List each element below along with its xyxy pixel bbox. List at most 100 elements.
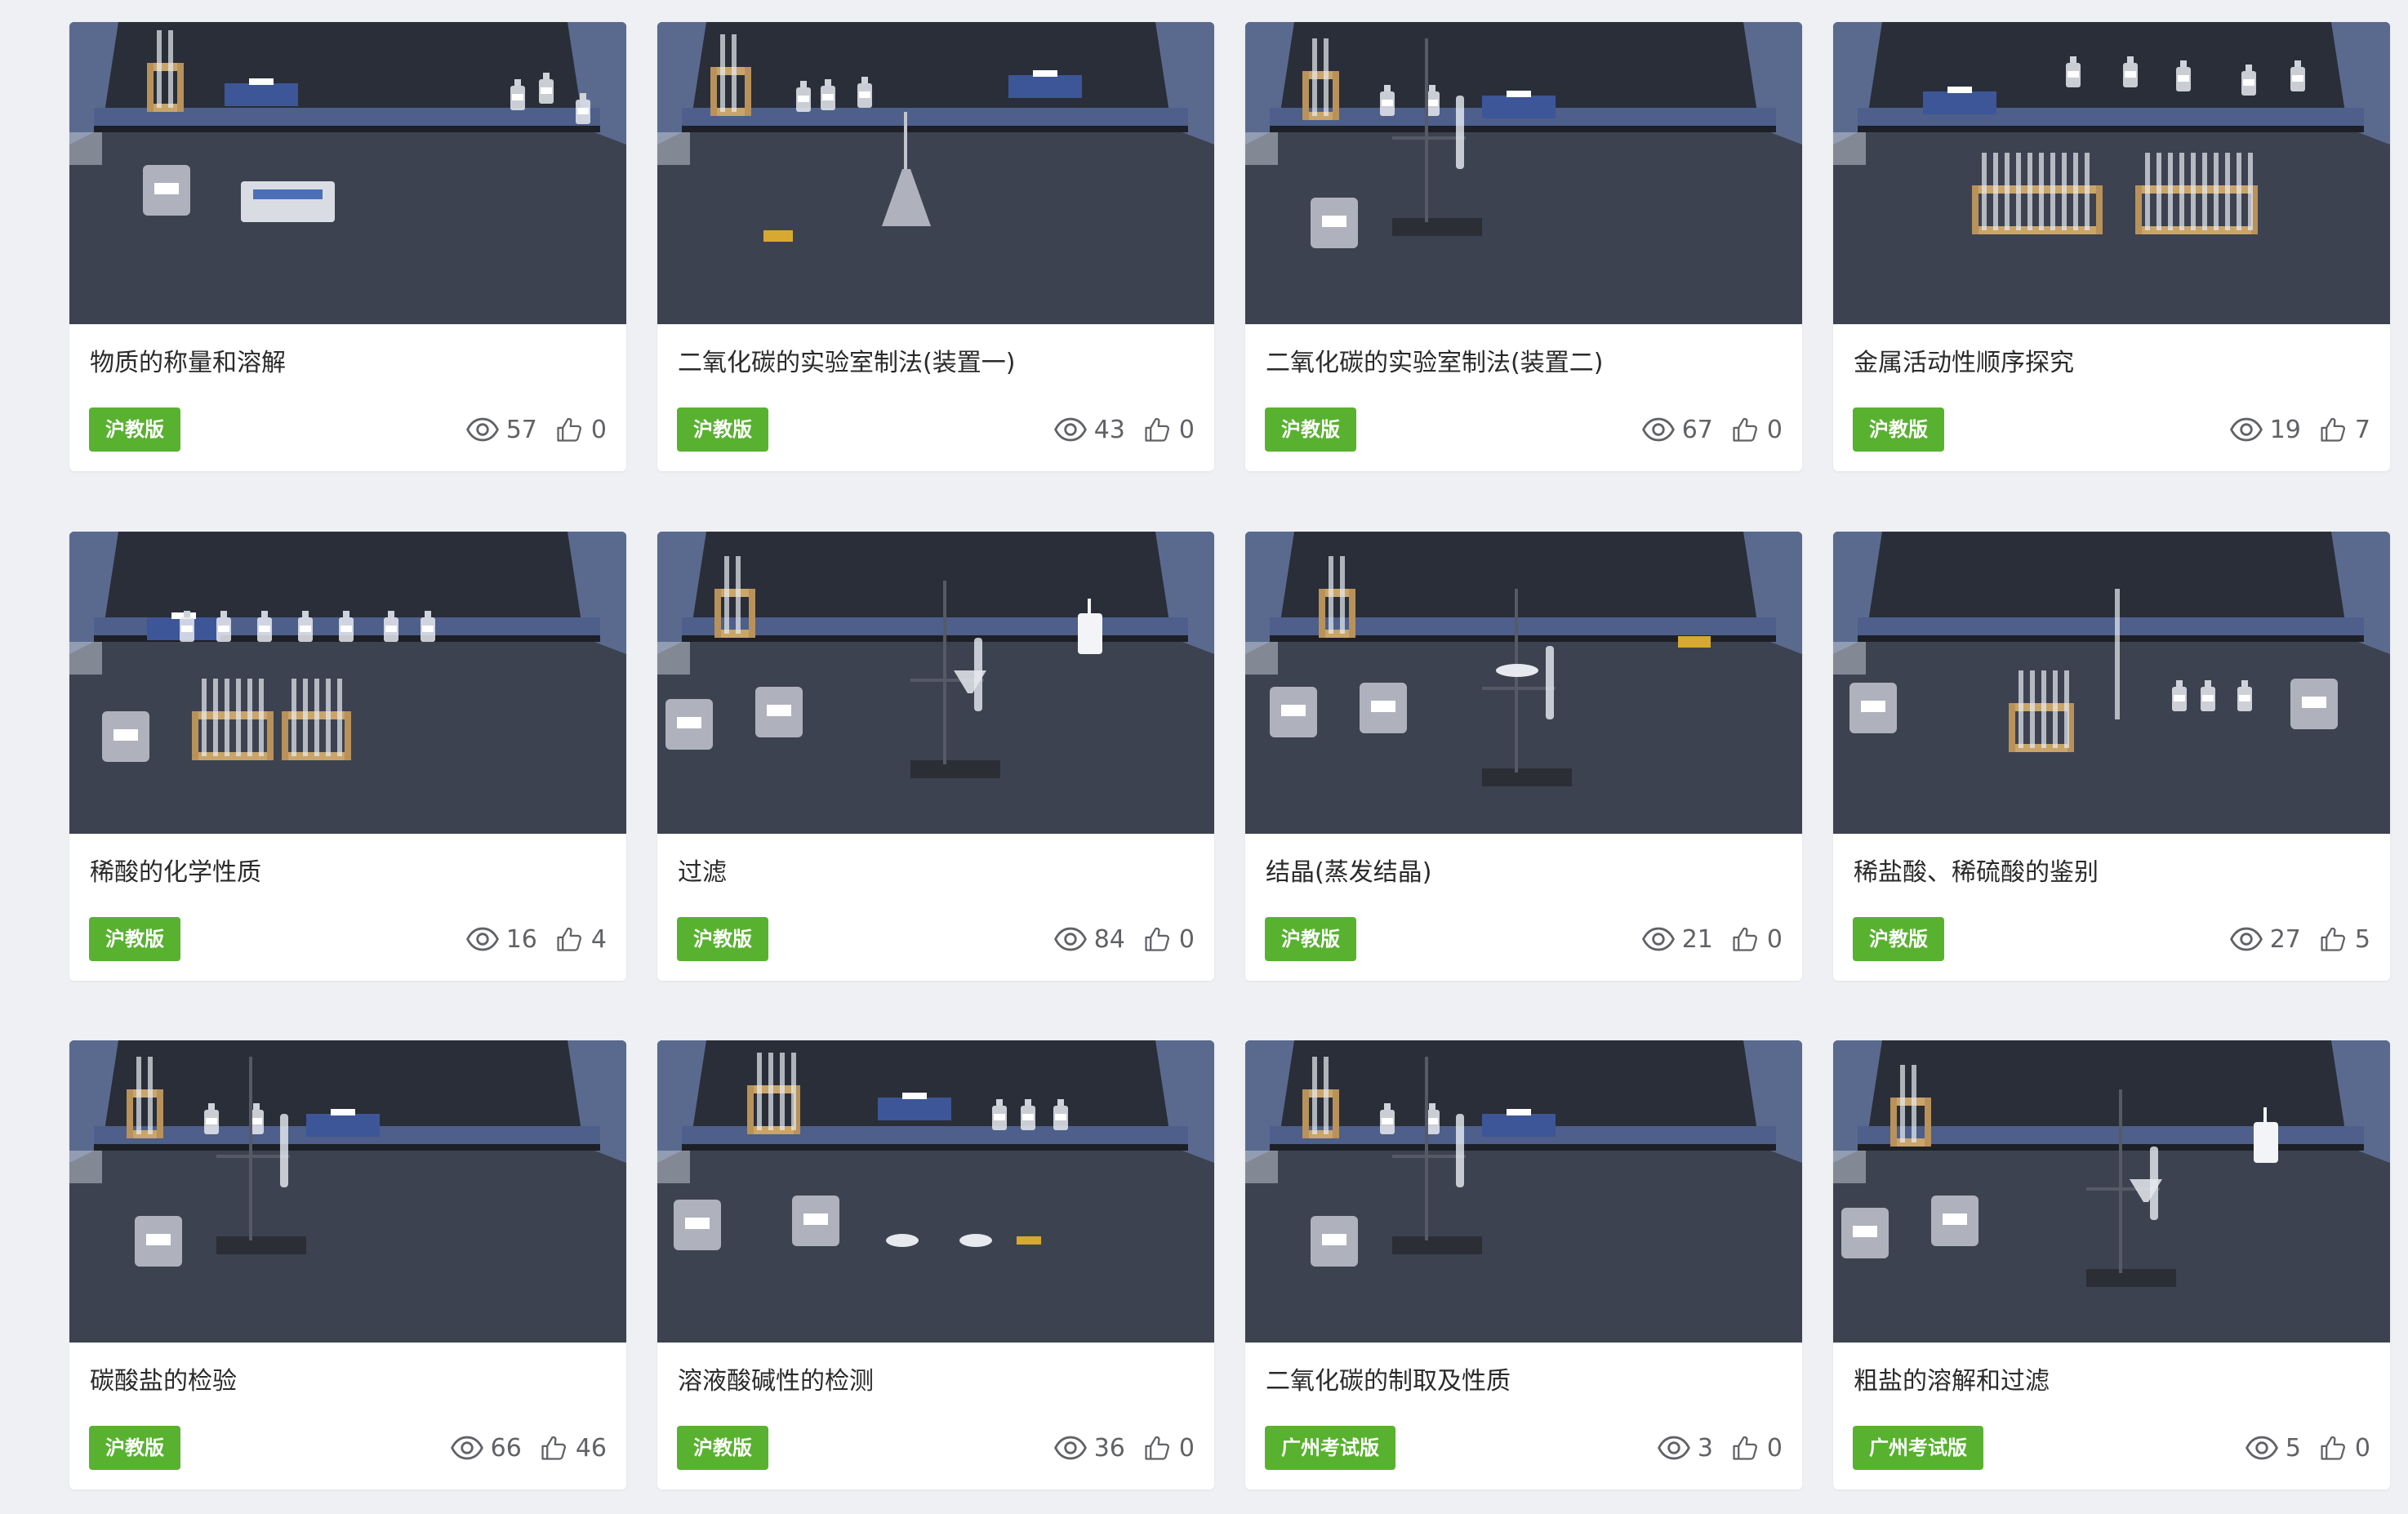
test-tube-rack: [1972, 185, 2103, 194]
test-tube: [157, 30, 162, 108]
experiment-card[interactable]: 二氧化碳的制取及性质 广州考试版 3 0: [1245, 1040, 1802, 1490]
thumbs-up-icon[interactable]: [2319, 416, 2347, 443]
lab-wall: [1833, 1040, 2390, 1138]
experiment-thumbnail[interactable]: [1245, 22, 1802, 324]
experiment-title[interactable]: 二氧化碳的制取及性质: [1266, 1365, 1786, 1398]
bottle-neck: [208, 1103, 215, 1110]
bottle-neck: [2176, 680, 2183, 687]
bottle-neck: [1429, 85, 1435, 91]
like-count: 0: [1178, 924, 1195, 954]
test-tube: [2248, 153, 2253, 230]
evaporating-dish: [1496, 664, 1538, 677]
experiment-thumbnail[interactable]: [1833, 22, 2390, 324]
lab-sink: [1245, 132, 1278, 165]
test-tube: [791, 1053, 796, 1130]
thumbs-up-icon[interactable]: [1731, 416, 1759, 443]
view-count: 3: [1697, 1433, 1713, 1463]
lab-sink: [1245, 642, 1278, 675]
card-stats: 27 5: [2229, 923, 2370, 955]
experiment-thumbnail[interactable]: [657, 532, 1214, 834]
test-tube: [1982, 153, 1987, 230]
beaker-label: [1371, 701, 1395, 712]
experiment-title[interactable]: 过滤: [678, 857, 1198, 889]
thumbs-up-icon[interactable]: [555, 416, 583, 443]
iron-stand-rod: [943, 581, 946, 764]
thumbs-up-icon[interactable]: [1731, 925, 1759, 953]
bottle-label: [577, 108, 589, 114]
experiment-card[interactable]: 过滤 沪教版 84 0: [657, 532, 1214, 981]
card-stats: 43 0: [1053, 413, 1195, 446]
experiment-card[interactable]: 物质的称量和溶解 沪教版 57 0: [69, 22, 626, 471]
experiment-thumbnail[interactable]: [1245, 532, 1802, 834]
experiment-card[interactable]: 碳酸盐的检验 沪教版 66 46: [69, 1040, 626, 1490]
experiment-thumbnail[interactable]: [1245, 1040, 1802, 1343]
tissue: [902, 1093, 927, 1099]
experiment-title[interactable]: 稀酸的化学性质: [90, 857, 610, 889]
experiment-card[interactable]: 粗盐的溶解和过滤 广州考试版 5 0: [1833, 1040, 2390, 1490]
bottle-label: [994, 1114, 1005, 1120]
experiment-thumbnail[interactable]: [1833, 532, 2390, 834]
like-count: 7: [2354, 415, 2370, 444]
experiment-thumbnail[interactable]: [1833, 1040, 2390, 1343]
beaker-label: [114, 729, 138, 741]
thumbs-up-icon[interactable]: [2319, 1434, 2347, 1462]
thumbs-up-icon[interactable]: [1143, 925, 1171, 953]
eye-icon: [1053, 1436, 1087, 1460]
experiment-thumbnail[interactable]: [69, 22, 626, 324]
like-count: 46: [575, 1433, 607, 1463]
lab-bench-shelf: [1858, 1144, 2364, 1151]
thumbs-up-icon[interactable]: [1143, 1434, 1171, 1462]
experiment-card[interactable]: 稀盐酸、稀硫酸的鉴别 沪教版 27 5: [1833, 532, 2390, 981]
eye-icon: [465, 927, 499, 951]
test-tube: [259, 679, 264, 756]
rack-leg: [192, 711, 198, 760]
rack-leg: [745, 67, 751, 116]
lab-wall: [657, 1040, 1214, 1138]
thumbs-up-icon[interactable]: [2319, 925, 2347, 953]
thumbs-up-icon[interactable]: [1143, 416, 1171, 443]
experiment-card[interactable]: 溶液酸碱性的检测 沪教版 36 0: [657, 1040, 1214, 1490]
experiment-title[interactable]: 物质的称量和溶解: [90, 347, 610, 380]
thumbs-up-icon[interactable]: [540, 1434, 568, 1462]
rack-leg: [710, 67, 717, 116]
thumbs-up-icon[interactable]: [1731, 1434, 1759, 1462]
experiment-card[interactable]: 稀酸的化学性质 沪教版 16 4: [69, 532, 626, 981]
experiment-thumbnail[interactable]: [657, 1040, 1214, 1343]
wash-bottle-tip: [2263, 1107, 2267, 1122]
iron-stand-base: [910, 760, 1000, 778]
ph-paper: [1017, 1236, 1041, 1245]
test-tube: [1900, 1065, 1905, 1142]
thumbs-up-icon[interactable]: [555, 925, 583, 953]
experiment-title[interactable]: 稀盐酸、稀硫酸的鉴别: [1854, 857, 2374, 889]
experiment-card[interactable]: 结晶(蒸发结晶) 沪教版 21 0: [1245, 532, 1802, 981]
view-count: 36: [1093, 1433, 1125, 1463]
edition-badge: 沪教版: [1265, 917, 1356, 961]
experiment-title[interactable]: 粗盐的溶解和过滤: [1854, 1365, 2374, 1398]
bottle-neck: [253, 1103, 260, 1110]
beaker-label: [1322, 216, 1346, 227]
experiment-title[interactable]: 溶液酸碱性的检测: [678, 1365, 1198, 1398]
experiment-card[interactable]: 二氧化碳的实验室制法(装置二) 沪教版 67 0: [1245, 22, 1802, 471]
test-tube: [303, 679, 308, 756]
lab-sink: [657, 642, 690, 675]
experiment-title[interactable]: 二氧化碳的实验室制法(装置一): [678, 347, 1198, 380]
experiment-title[interactable]: 金属活动性顺序探究: [1854, 347, 2374, 380]
experiment-title[interactable]: 碳酸盐的检验: [90, 1365, 610, 1398]
beaker-label: [2302, 697, 2326, 708]
experiment-card[interactable]: 二氧化碳的实验室制法(装置一) 沪教版 43 0: [657, 22, 1214, 471]
experiment-title[interactable]: 结晶(蒸发结晶): [1266, 857, 1786, 889]
experiment-thumbnail[interactable]: [69, 532, 626, 834]
iron-stand-rod: [1515, 589, 1518, 773]
eye-icon: [465, 417, 499, 442]
experiment-thumbnail[interactable]: [657, 22, 1214, 324]
bottle-label: [2202, 695, 2214, 701]
experiment-title[interactable]: 二氧化碳的实验室制法(装置二): [1266, 347, 1786, 380]
test-tube: [247, 679, 252, 756]
experiment-card[interactable]: 金属活动性顺序探究 沪教版 19 7: [1833, 22, 2390, 471]
beaker-label: [154, 183, 179, 194]
edition-badge: 广州考试版: [1265, 1426, 1395, 1470]
rack-leg: [2009, 703, 2015, 752]
experiment-thumbnail[interactable]: [69, 1040, 626, 1343]
view-count: 57: [505, 415, 537, 444]
test-tube: [292, 679, 296, 756]
